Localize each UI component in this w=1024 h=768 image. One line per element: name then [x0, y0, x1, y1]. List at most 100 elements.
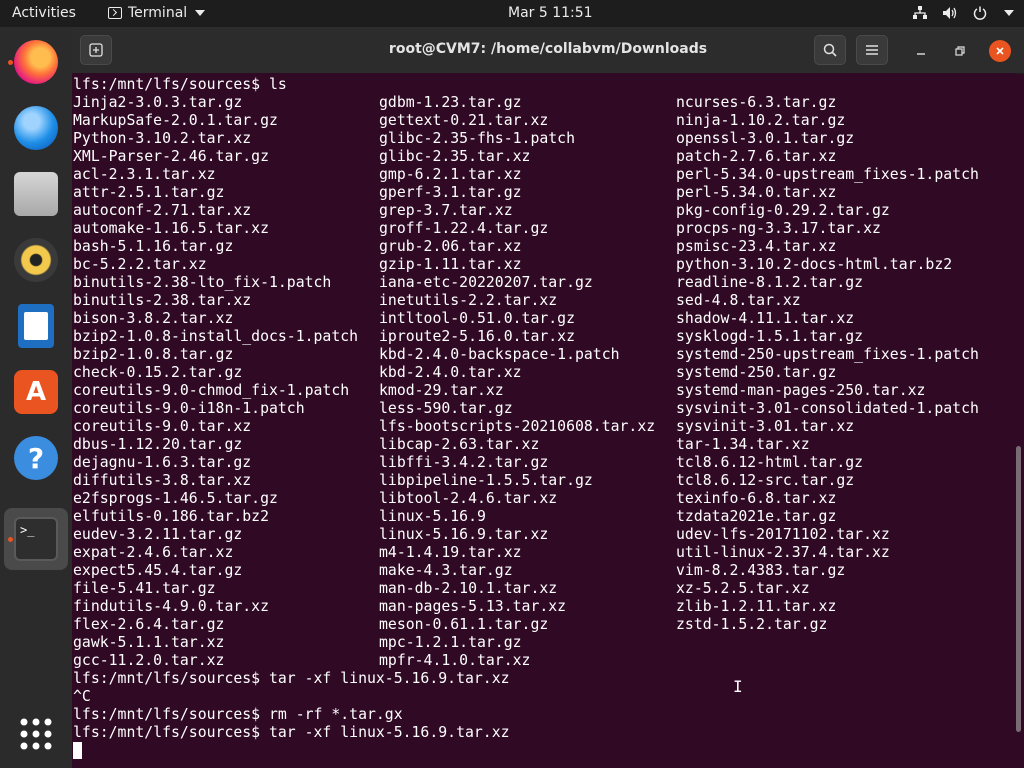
file-entry: dbus-1.12.20.tar.gz	[73, 436, 243, 453]
file-entry: tcl8.6.12-html.tar.gz	[676, 454, 864, 471]
app-menu-label: Terminal	[128, 5, 188, 21]
file-entry: sed-4.8.tar.xz	[676, 292, 801, 309]
file-entry: bash-5.1.16.tar.gz	[73, 238, 234, 255]
file-entry: grub-2.06.tar.xz	[379, 238, 522, 255]
file-entry: tar-1.34.tar.xz	[676, 436, 810, 453]
chevron-down-icon	[1004, 10, 1014, 16]
minimize-button[interactable]	[910, 40, 932, 62]
file-entry: sysvinit-3.01.tar.xz	[676, 418, 855, 435]
file-entry: util-linux-2.37.4.tar.xz	[676, 544, 890, 561]
hamburger-icon	[866, 45, 878, 55]
file-entry: sysvinit-3.01-consolidated-1.patch	[676, 400, 979, 417]
file-entry: sysklogd-1.5.1.tar.gz	[676, 328, 864, 345]
prompt-line: lfs:/mnt/lfs/sources$ ls	[73, 76, 287, 93]
scrollbar[interactable]	[1016, 446, 1021, 732]
system-menu[interactable]	[912, 5, 1014, 21]
file-entry: dejagnu-1.6.3.tar.gz	[73, 454, 252, 471]
file-entry: ninja-1.10.2.tar.gz	[676, 112, 846, 129]
dock-writer[interactable]	[4, 295, 68, 357]
file-entry: systemd-man-pages-250.tar.xz	[676, 382, 926, 399]
file-entry: MarkupSafe-2.0.1.tar.gz	[73, 112, 278, 129]
dock-firefox[interactable]	[4, 31, 68, 93]
command-line: lfs:/mnt/lfs/sources$ tar -xf linux-5.16…	[73, 670, 510, 687]
file-entry: mpfr-4.1.0.tar.xz	[379, 652, 531, 669]
file-entry: m4-1.4.19.tar.xz	[379, 544, 522, 561]
file-entry: xz-5.2.5.tar.xz	[676, 580, 810, 597]
chevron-down-icon	[195, 10, 206, 16]
file-entry: gmp-6.2.1.tar.xz	[379, 166, 522, 183]
file-entry: binutils-2.38.tar.xz	[73, 292, 252, 309]
file-entry: perl-5.34.0.tar.xz	[676, 184, 837, 201]
apps-grid-icon	[20, 718, 52, 750]
file-entry: groff-1.22.4.tar.gz	[379, 220, 549, 237]
file-entry: glibc-2.35.tar.xz	[379, 148, 531, 165]
file-entry: systemd-250.tar.gz	[676, 364, 837, 381]
dock-files[interactable]	[4, 163, 68, 225]
rhythmbox-icon	[14, 238, 58, 282]
file-entry: vim-8.2.4383.tar.gz	[676, 562, 846, 579]
file-entry: gcc-11.2.0.tar.xz	[73, 652, 225, 669]
running-indicator	[8, 60, 13, 65]
file-entry: libffi-3.4.2.tar.gz	[379, 454, 549, 471]
search-icon	[823, 43, 837, 57]
file-entry: less-590.tar.gz	[379, 400, 513, 417]
file-entry: patch-2.7.6.tar.xz	[676, 148, 837, 165]
file-entry: gzip-1.11.tar.xz	[379, 256, 522, 273]
file-entry: autoconf-2.71.tar.xz	[73, 202, 252, 219]
file-entry: check-0.15.2.tar.gz	[73, 364, 243, 381]
file-entry: coreutils-9.0-i18n-1.patch	[73, 400, 305, 417]
thunderbird-icon	[14, 106, 58, 150]
file-entry: coreutils-9.0-chmod_fix-1.patch	[73, 382, 350, 399]
file-entry: linux-5.16.9.tar.xz	[379, 526, 549, 543]
file-entry: findutils-4.9.0.tar.xz	[73, 598, 269, 615]
dock-terminal[interactable]: >_	[4, 508, 68, 570]
terminal-icon: >_	[14, 517, 58, 561]
dock-help[interactable]: ?	[4, 427, 68, 489]
file-entry: elfutils-0.186.tar.bz2	[73, 508, 269, 525]
file-entry: expat-2.4.6.tar.xz	[73, 544, 234, 561]
search-button[interactable]	[814, 35, 846, 65]
file-entry: readline-8.1.2.tar.gz	[676, 274, 864, 291]
file-entry: file-5.41.tar.gz	[73, 580, 216, 597]
menu-button[interactable]	[856, 35, 888, 65]
command-line: lfs:/mnt/lfs/sources$ tar -xf linux-5.16…	[73, 724, 510, 741]
file-entry: mpc-1.2.1.tar.gz	[379, 634, 522, 651]
clock[interactable]: Mar 5 11:51	[508, 5, 593, 21]
close-button[interactable]	[989, 40, 1011, 62]
file-entry: meson-0.61.1.tar.gz	[379, 616, 549, 633]
maximize-button[interactable]	[949, 40, 971, 62]
file-entry: perl-5.34.0-upstream_fixes-1.patch	[676, 166, 979, 183]
activities-button[interactable]: Activities	[12, 5, 76, 21]
file-entry: systemd-250-upstream_fixes-1.patch	[676, 346, 979, 363]
dock-rhythmbox[interactable]	[4, 229, 68, 291]
file-entry: tzdata2021e.tar.gz	[676, 508, 837, 525]
file-entry: automake-1.16.5.tar.xz	[73, 220, 269, 237]
dock-software[interactable]: A	[4, 361, 68, 423]
writer-icon	[18, 304, 54, 348]
file-entry: psmisc-23.4.tar.xz	[676, 238, 837, 255]
app-menu[interactable]: Terminal	[108, 5, 206, 21]
text-cursor	[73, 742, 82, 759]
file-entry: pkg-config-0.29.2.tar.gz	[676, 202, 890, 219]
dock-thunderbird[interactable]	[4, 97, 68, 159]
file-entry: intltool-0.51.0.tar.gz	[379, 310, 575, 327]
software-icon: A	[14, 370, 58, 414]
file-entry: eudev-3.2.11.tar.gz	[73, 526, 243, 543]
file-entry: attr-2.5.1.tar.gz	[73, 184, 225, 201]
file-entry: gettext-0.21.tar.xz	[379, 112, 549, 129]
file-entry: libcap-2.63.tar.xz	[379, 436, 540, 453]
file-entry: bzip2-1.0.8-install_docs-1.patch	[73, 328, 359, 345]
interrupt-line: ^C	[73, 688, 91, 705]
ibeam-cursor-icon: I	[733, 677, 743, 696]
file-entry: XML-Parser-2.46.tar.gz	[73, 148, 269, 165]
top-panel: Activities Terminal Mar 5 11:51	[0, 0, 1024, 27]
file-entry: bc-5.2.2.tar.xz	[73, 256, 207, 273]
network-icon	[912, 5, 928, 21]
file-entry: grep-3.7.tar.xz	[379, 202, 513, 219]
file-entry: binutils-2.38-lto_fix-1.patch	[73, 274, 332, 291]
command-line: lfs:/mnt/lfs/sources$ rm -rf *.tar.gx	[73, 706, 403, 723]
file-entry: libtool-2.4.6.tar.xz	[379, 490, 558, 507]
file-entry: man-pages-5.13.tar.xz	[379, 598, 567, 615]
dock-show-apps[interactable]	[4, 703, 68, 765]
terminal-output[interactable]: lfs:/mnt/lfs/sources$ ls Jinja2-3.0.3.ta…	[72, 73, 1016, 768]
